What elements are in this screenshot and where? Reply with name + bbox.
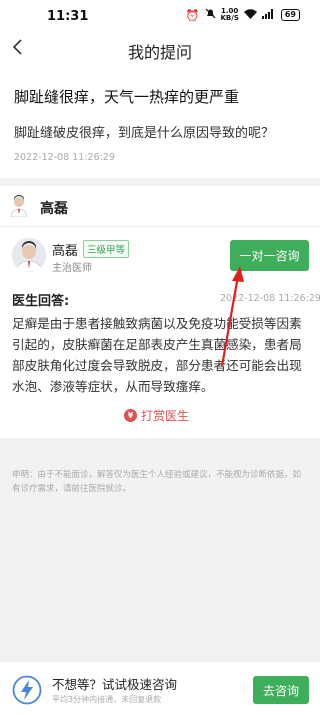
net-speed-unit: KB/S [220,14,239,22]
divider [0,226,320,227]
question-title: 脚趾缝很痒，天气一热痒的更严重 [14,88,240,106]
fast-consult-bar: 不想等？试试极速咨询 平均3分钟内接通，未回复退款 去咨询 [0,661,320,715]
hospital-level-badge: 三级甲等 [83,240,130,258]
fast-consult-subtitle: 平均3分钟内接通，未回复退款 [52,695,162,704]
answer-card: 高磊 高磊 三级甲等 主治医师 一对一咨询 医生回答: 2022-12-08 1… [0,186,320,438]
go-consult-button[interactable]: 去咨询 [253,676,309,704]
mute-icon [205,8,216,22]
question-body: 脚趾缝破皮很痒，到底是什么原因导致的呢？ [14,126,275,141]
doctor-header-name: 高磊 [40,201,68,217]
alarm-icon: ⏰ [185,8,200,22]
doctor-header[interactable]: 高磊 [0,186,320,226]
doctor-name: 高磊 [52,244,79,259]
nav-bar: 我的提问 [0,32,320,64]
status-icons: ⏰ 1.00 KB/S 69 [186,8,300,22]
wifi-icon [243,8,257,22]
reply-time: 2022-12-08 11:26:29 [220,293,320,304]
page-title: 我的提问 [127,43,192,62]
status-bar: 11:31 ⏰ 1.00 KB/S 69 [0,0,320,32]
reply-label: 医生回答: [12,294,70,309]
battery-icon: 69 [280,9,300,21]
tip-doctor-button[interactable]: ¥ 打赏医生 [124,407,189,424]
signal-icon [261,8,276,22]
question-card: 脚趾缝很痒，天气一热痒的更严重 脚趾缝破皮很痒，到底是什么原因导致的呢？ 202… [0,64,320,178]
net-speed: 1.00 KB/S [221,8,239,22]
one-on-one-consult-button[interactable]: 一对一咨询 [230,240,309,271]
doctor-avatar[interactable] [12,238,46,272]
tip-doctor-label: 打赏医生 [141,409,190,423]
reply-text: 足癣是由于患者接触致病菌以及免疫功能受损等因素引起的，皮肤癣菌在足部表皮产生真菌… [12,316,302,394]
lightning-icon [12,675,42,705]
status-time: 11:31 [47,9,89,24]
disclaimer: 申明：由于不能面诊，解答仅为医生个人经验或建议，不能视为诊断依据，如有诊疗需求，… [12,470,302,494]
fast-consult-title: 不想等？试试极速咨询 [52,677,178,692]
doctor-avatar-small [10,195,28,218]
yuan-icon: ¥ [124,409,137,422]
doctor-role: 主治医师 [52,263,92,274]
question-time: 2022-12-08 11:26:29 [14,152,115,163]
